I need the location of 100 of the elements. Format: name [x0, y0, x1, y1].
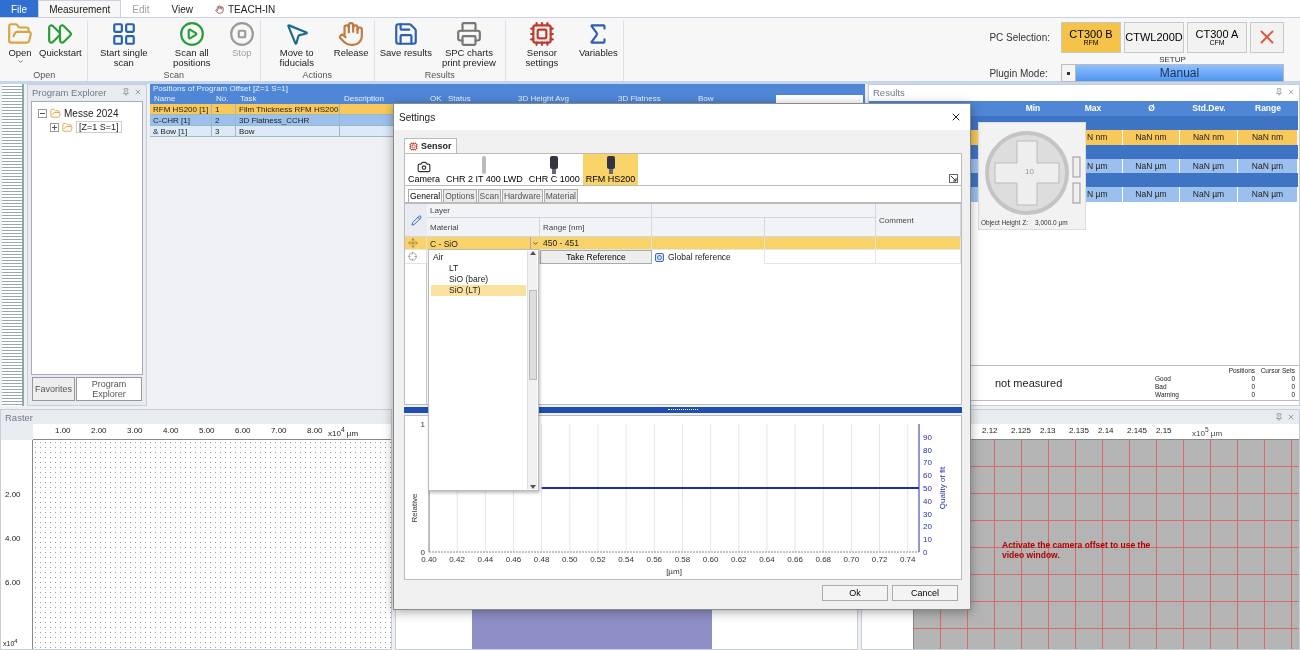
axis-title: Relative — [410, 493, 419, 523]
axis-label: 0.52 — [590, 555, 606, 564]
dropdown-option[interactable]: SiO (LT) — [431, 285, 526, 296]
group-label: Open — [33, 70, 56, 81]
chip-icon — [409, 141, 418, 151]
status-text: not measured — [995, 377, 1064, 389]
panel-tab[interactable]: Favorites — [32, 377, 75, 401]
dropdown-option[interactable]: SiO (bare) — [431, 274, 526, 285]
ruler-label: 2.12 — [982, 426, 998, 435]
axis-label: 1 — [420, 420, 425, 429]
save-icon — [392, 21, 419, 47]
ribbon-button[interactable]: Move to fiducials — [263, 20, 330, 70]
panel-tab[interactable]: Program Explorer — [76, 377, 142, 401]
group-label: Actions — [302, 70, 332, 81]
probe-icon — [605, 156, 616, 174]
ruler-label: 7.00 — [271, 426, 287, 435]
take-reference-button[interactable]: Take Reference — [540, 250, 652, 264]
camera-message: Activate the camera offset to use the video window. — [1002, 540, 1152, 560]
crosshair-icon — [408, 252, 417, 261]
ribbon-button[interactable]: Save results — [377, 20, 434, 70]
axis-label: 60 — [923, 471, 932, 481]
grid-title: Positions of Program Offset [Z=1 S=1] — [150, 84, 865, 94]
collapse-icon[interactable] — [38, 108, 47, 118]
column-header: Range — [1238, 101, 1298, 116]
stop-icon — [228, 21, 255, 47]
column-header: Layer — [427, 204, 652, 218]
axis-label: 0.40 — [421, 555, 437, 564]
tree-item[interactable]: Messe 2024 — [64, 107, 119, 119]
filter-field[interactable] — [774, 94, 865, 104]
ribbon-button[interactable]: Sensor settings — [508, 20, 575, 81]
table-cell: NaN nm — [1180, 130, 1238, 145]
caret-icon — [16, 58, 24, 65]
tree-item[interactable]: [Z=1 S=1] — [76, 121, 122, 133]
unit-label: x10$^{5}$ µm — [1192, 426, 1223, 438]
probe-icon — [549, 156, 560, 174]
close-icon[interactable] — [950, 111, 962, 123]
sensor-tab[interactable]: Sensor — [404, 138, 457, 153]
play-icon — [178, 21, 205, 47]
hand-icon — [215, 4, 224, 14]
dropdown-option[interactable]: LT — [431, 263, 526, 274]
table-cell: NaN µm — [1180, 187, 1238, 202]
settings-tab[interactable]: Material — [543, 189, 578, 202]
table-cell: & Bow [1] — [150, 126, 212, 137]
disconnect-button[interactable] — [1250, 21, 1284, 53]
global-reference-label: Global reference — [668, 252, 731, 262]
axis-label: 0.62 — [731, 555, 747, 564]
ribbon-tab[interactable]: View — [160, 0, 204, 17]
axis-label: 0.68 — [815, 555, 832, 564]
sensor-button[interactable]: Camera — [405, 154, 443, 185]
ruler-label: 3.00 — [127, 426, 143, 435]
sensor-button[interactable]: RFM HS200 — [582, 154, 639, 185]
folder-icon — [7, 21, 33, 47]
chip-icon — [528, 21, 555, 47]
ribbon-tab[interactable]: Measurement — [38, 0, 122, 17]
dialog-button[interactable]: Ok — [822, 585, 888, 601]
material-list[interactable]: Air LT SiO (bare) SiO (LT) — [428, 249, 539, 491]
ribbon-button[interactable]: Release — [331, 20, 371, 70]
pin-icon[interactable] — [1275, 88, 1283, 96]
ribbon-button[interactable]: Start single scan — [90, 20, 157, 70]
pc-button[interactable]: CTWL200D — [1124, 21, 1184, 53]
table-cell: NaN µm — [1238, 187, 1298, 202]
ribbon-button[interactable]: Variables — [576, 20, 620, 81]
sensor-button[interactable]: CHR C 1000 — [525, 154, 583, 185]
axis-label: 0.48 — [533, 555, 550, 564]
axis-label: 90 — [923, 432, 932, 442]
ribbon-button[interactable]: Open — [5, 20, 35, 70]
table-cell: NaN nm — [1123, 130, 1180, 145]
plugin-mode-dropdown[interactable]: Manual — [1061, 64, 1284, 82]
axis-label: 0.66 — [787, 555, 803, 564]
scrollbar[interactable] — [527, 251, 537, 489]
ribbon-button[interactable]: Scan all positions — [158, 20, 225, 70]
pin-icon[interactable] — [1275, 413, 1283, 421]
sensor-button[interactable]: CHR 2 IT 400 LWD — [443, 154, 526, 185]
axis-label: 0.42 — [449, 555, 465, 564]
dialog-title: Settings — [399, 111, 436, 123]
expand-icon[interactable] — [949, 174, 958, 183]
scroll-down-icon[interactable] — [529, 485, 536, 489]
settings-tab[interactable]: Options — [443, 189, 477, 202]
expand-icon[interactable] — [50, 122, 59, 132]
ribbon-tab[interactable]: TEACH-IN — [204, 0, 287, 17]
ribbon-button[interactable]: SPC charts print preview — [435, 20, 502, 70]
column-header: No. — [212, 94, 236, 104]
axis-label: 30 — [923, 509, 932, 519]
folder-icon — [62, 121, 73, 133]
settings-tab[interactable]: General — [408, 189, 443, 202]
table-cell: NaN µm — [1123, 187, 1180, 202]
ribbon-button[interactable]: Quickstart — [37, 20, 84, 70]
ribbon-tab[interactable]: File — [0, 0, 39, 17]
ruler-label: 6.00 — [235, 426, 251, 435]
dropdown-option[interactable]: Air — [431, 252, 526, 263]
table-cell: Bow — [236, 126, 340, 137]
dialog-button[interactable]: Cancel — [892, 585, 958, 601]
camera-icon — [417, 160, 431, 174]
settings-tab[interactable]: Hardware — [501, 189, 543, 202]
column-header: Max — [1063, 101, 1123, 116]
ruler-label: 2.125 — [1011, 426, 1032, 435]
settings-tab[interactable]: Scan — [477, 189, 501, 202]
column-header: Material — [427, 218, 540, 237]
axis-label: 0 — [923, 548, 928, 557]
pin-icon[interactable] — [122, 88, 130, 96]
